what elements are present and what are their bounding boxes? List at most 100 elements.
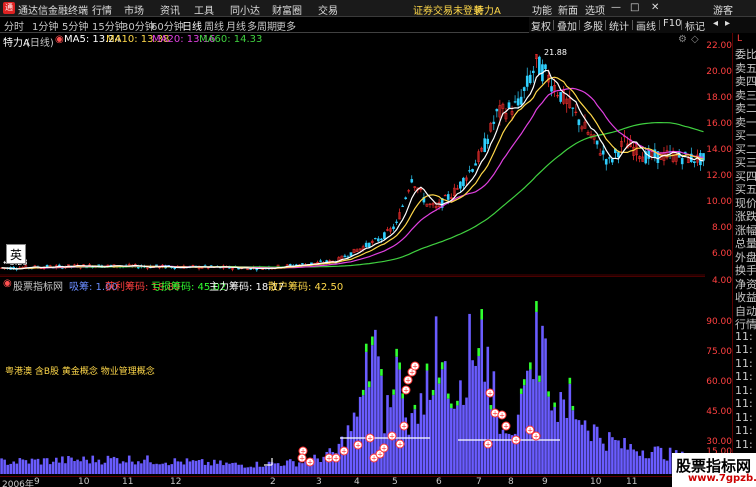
date-tick: 10 <box>590 477 602 487</box>
tab-more[interactable]: 更多 <box>276 18 296 33</box>
indicator-bar <box>483 381 487 474</box>
ma-settings-icon[interactable]: ◉ <box>55 34 64 45</box>
tab-daily[interactable]: 日线 <box>182 18 202 33</box>
indicator-chart[interactable]: +++ + +++++ +++++++++ ++ +++ +++ <box>0 290 705 476</box>
sidebar-item[interactable]: 11: <box>735 384 753 397</box>
expand-icon[interactable]: ◇ <box>691 34 699 45</box>
signal-marker-plus: + <box>367 435 373 443</box>
menu-tools[interactable]: 工具 <box>194 2 214 17</box>
candle-body <box>383 232 386 240</box>
kline-chart[interactable]: 21.88 ←3.28 <box>0 47 705 276</box>
candle-body <box>559 92 562 102</box>
candle-body <box>486 138 490 144</box>
indicator-bar <box>124 462 128 474</box>
tab-intraday[interactable]: 分时 <box>4 18 24 33</box>
menu-market[interactable]: 市场 <box>124 2 144 17</box>
indicator-bar <box>85 459 88 474</box>
candle-body <box>395 221 398 223</box>
menu-wealth-circle[interactable]: 财富圈 <box>272 2 302 17</box>
sidebar-item[interactable]: 11: <box>735 343 753 356</box>
date-tick: 12 <box>170 477 182 487</box>
close-icon[interactable]: ✕ <box>651 2 659 13</box>
indicator-bar-top <box>395 348 398 357</box>
separator <box>553 20 554 30</box>
indicator-bar <box>468 313 471 474</box>
tab-30min[interactable]: 30分钟 <box>122 18 155 33</box>
indicator-bar <box>580 424 584 474</box>
tab-monthly[interactable]: 月线 <box>226 18 246 33</box>
menu-functions[interactable]: 功能 <box>532 2 552 17</box>
adjust-button[interactable]: 复权 <box>531 18 551 33</box>
indicator-settings-icon[interactable]: ◉ <box>3 278 12 289</box>
draw-line-button[interactable]: 画线 <box>636 18 656 33</box>
panel-right-icon[interactable]: ▸ <box>725 18 730 29</box>
menu-news[interactable]: 资讯 <box>160 2 180 17</box>
sidebar-item[interactable]: 11: <box>735 397 753 410</box>
indicator-bar <box>209 465 213 474</box>
indicator-bar <box>562 399 566 474</box>
indicator-bar <box>486 346 490 474</box>
candle-body <box>462 177 465 187</box>
indicator-bar <box>51 461 55 474</box>
indicator-bar <box>197 460 201 474</box>
menu-assistant[interactable]: 同小达 <box>230 2 260 17</box>
indicator-bar-top <box>380 369 383 376</box>
tab-60min[interactable]: 60分钟 <box>151 18 184 33</box>
indicator-bar <box>15 463 19 474</box>
sidebar-item[interactable]: 11: <box>735 330 753 343</box>
guest-label[interactable]: 游客 <box>713 2 733 17</box>
menu-new-screen[interactable]: 新面 <box>558 2 578 17</box>
indicator-bar <box>149 462 152 474</box>
indicator-bar <box>501 429 505 474</box>
candle-body <box>288 264 292 266</box>
menu-quotes[interactable]: 行情 <box>92 2 112 17</box>
tab-15min[interactable]: 15分钟 <box>92 18 125 33</box>
stats-button[interactable]: 统计 <box>609 18 629 33</box>
indicator-bar <box>106 455 110 474</box>
indicator-bar <box>389 407 392 474</box>
menu-options[interactable]: 选项 <box>585 2 605 17</box>
indicator-bar <box>650 451 654 474</box>
indicator-bar <box>541 325 544 474</box>
f10-button[interactable]: F10 <box>663 18 681 29</box>
overlay-button[interactable]: 叠加 <box>557 18 577 33</box>
settings-gear-icon[interactable]: ⚙ <box>678 34 687 45</box>
sidebar-item[interactable]: 11: <box>735 424 753 437</box>
candle-body <box>377 238 380 242</box>
multi-stock-button[interactable]: 多股 <box>583 18 603 33</box>
tab-1min[interactable]: 1分钟 <box>32 18 58 33</box>
tab-weekly[interactable]: 周线 <box>204 18 224 33</box>
sidebar-item[interactable]: 11: <box>735 438 753 451</box>
indicator-bar <box>42 458 46 474</box>
tab-multi-period[interactable]: 多周期 <box>247 18 277 33</box>
indicator-bar <box>574 419 578 474</box>
sidebar-item[interactable]: 11: <box>735 357 753 370</box>
indicator-bar <box>243 467 246 474</box>
sidebar-item[interactable]: 11: <box>735 411 753 424</box>
date-tick: 4 <box>354 477 360 487</box>
signal-marker-plus: + <box>326 455 332 463</box>
mark-button[interactable]: 标记 <box>685 18 705 33</box>
indicator-bar <box>94 462 98 474</box>
maximize-icon[interactable]: □ <box>630 2 639 13</box>
sidebar-item[interactable]: 11: <box>735 370 753 383</box>
menu-trade[interactable]: 交易 <box>318 2 338 17</box>
minimize-icon[interactable]: — <box>611 2 621 13</box>
indicator-bar <box>395 356 398 474</box>
candle-body <box>474 163 477 166</box>
indicator-bar-top <box>535 301 538 312</box>
panel-left-icon[interactable]: ◂ <box>713 18 718 29</box>
date-tick: 11 <box>626 477 638 487</box>
indicator-bar <box>662 459 666 474</box>
indicator-bar <box>453 408 456 474</box>
indicator-bar <box>240 464 243 474</box>
indicator-bar-top <box>361 389 365 396</box>
login-notice[interactable]: 证券交易未登录 <box>413 2 483 17</box>
language-toggle[interactable]: 英 <box>6 244 26 264</box>
indicator-bar <box>39 464 43 474</box>
indicator-bar <box>21 459 25 474</box>
volume-tick: 90.00 <box>706 317 732 327</box>
indicator-bar <box>295 466 298 474</box>
indicator-bar <box>480 319 484 474</box>
tab-5min[interactable]: 5分钟 <box>62 18 88 33</box>
